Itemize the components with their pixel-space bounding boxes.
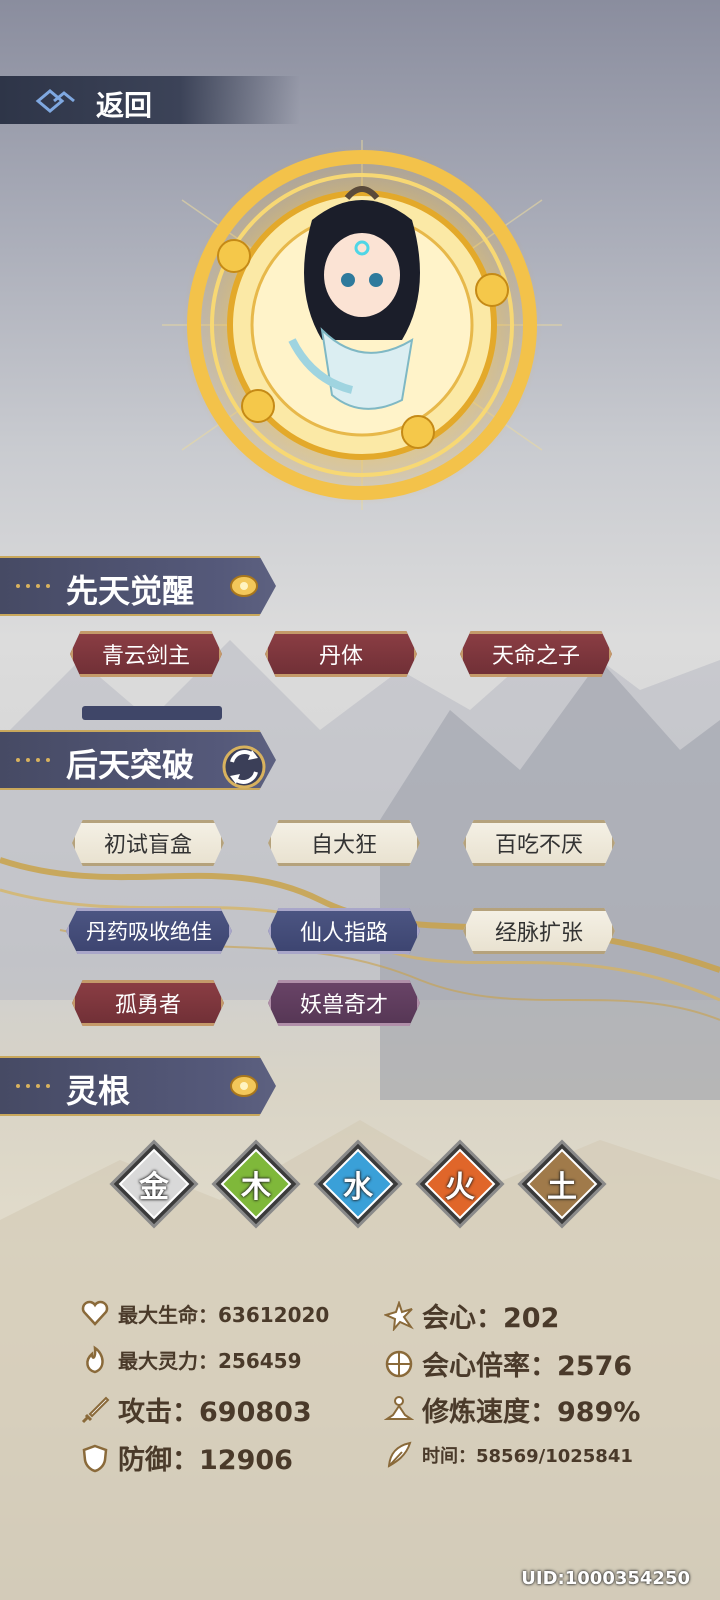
gem-ornament-icon bbox=[230, 1075, 258, 1097]
fire-element-icon[interactable]: 火 bbox=[414, 1138, 506, 1230]
crit-rate-icon bbox=[385, 1350, 413, 1377]
stat-attack: 攻击：690803 bbox=[80, 1390, 312, 1429]
acquired-tag[interactable]: 丹药吸收绝佳 bbox=[66, 908, 232, 954]
element-label: 土 bbox=[547, 1170, 577, 1205]
shield-icon bbox=[82, 1444, 108, 1472]
flame-icon bbox=[86, 1345, 104, 1374]
stat-crit-rate: 会心倍率：2576 bbox=[384, 1344, 632, 1383]
section-spirit-root-header: 灵根 bbox=[0, 1056, 276, 1116]
element-label: 水 bbox=[343, 1170, 373, 1205]
refresh-icon[interactable] bbox=[218, 742, 270, 792]
stat-max-hp: 最大生命：63612020 bbox=[80, 1298, 329, 1328]
feather-icon bbox=[387, 1441, 412, 1468]
section-innate-header: 先天觉醒 bbox=[0, 556, 276, 616]
stat-max-spirit: 最大灵力：256459 bbox=[80, 1344, 302, 1374]
acquired-tag[interactable]: 妖兽奇才 bbox=[268, 980, 420, 1026]
dots-ornament-icon bbox=[16, 1084, 50, 1088]
gem-ornament-icon bbox=[230, 575, 258, 597]
back-button[interactable]: 返回 bbox=[96, 84, 152, 124]
burst-icon bbox=[384, 1300, 414, 1331]
stat-time: 时间：58569/1025841 bbox=[384, 1440, 633, 1470]
water-element-icon[interactable]: 水 bbox=[312, 1138, 404, 1230]
acquired-tag[interactable]: 自大狂 bbox=[268, 820, 420, 866]
element-label: 木 bbox=[241, 1170, 271, 1205]
section-innate-title: 先天觉醒 bbox=[66, 572, 195, 610]
dots-ornament-icon bbox=[16, 758, 50, 762]
acquired-tag[interactable]: 仙人指路 bbox=[268, 908, 420, 954]
section-acquired-title: 后天突破 bbox=[66, 746, 195, 784]
dots-ornament-icon bbox=[16, 584, 50, 588]
metal-element-icon[interactable]: 金 bbox=[108, 1138, 200, 1230]
stat-crit: 会心：202 bbox=[384, 1296, 559, 1335]
section-spirit-root-title: 灵根 bbox=[66, 1072, 131, 1110]
heart-icon bbox=[81, 1300, 109, 1326]
acquired-tag[interactable]: 经脉扩张 bbox=[463, 908, 615, 954]
wood-element-icon[interactable]: 木 bbox=[210, 1138, 302, 1230]
innate-tag[interactable]: 丹体 bbox=[265, 631, 417, 677]
partially-hidden-tag bbox=[82, 706, 222, 720]
meditation-icon bbox=[384, 1395, 414, 1420]
acquired-tag[interactable]: 初试盲盒 bbox=[72, 820, 224, 866]
element-label: 金 bbox=[139, 1170, 169, 1205]
earth-element-icon[interactable]: 土 bbox=[516, 1138, 608, 1230]
uid-label: UID:1000354250 bbox=[521, 1568, 690, 1589]
element-label: 火 bbox=[445, 1170, 475, 1205]
acquired-tag[interactable]: 孤勇者 bbox=[72, 980, 224, 1026]
character-avatar bbox=[162, 140, 562, 510]
stat-defense: 防御：12906 bbox=[80, 1438, 293, 1477]
sword-icon bbox=[81, 1396, 110, 1423]
innate-tag[interactable]: 天命之子 bbox=[460, 631, 612, 677]
stat-cultivation-speed: 修炼速度：989% bbox=[384, 1390, 640, 1429]
back-arrow-icon[interactable] bbox=[34, 87, 78, 115]
acquired-tag[interactable]: 百吃不厌 bbox=[463, 820, 615, 866]
innate-tag[interactable]: 青云剑主 bbox=[70, 631, 222, 677]
